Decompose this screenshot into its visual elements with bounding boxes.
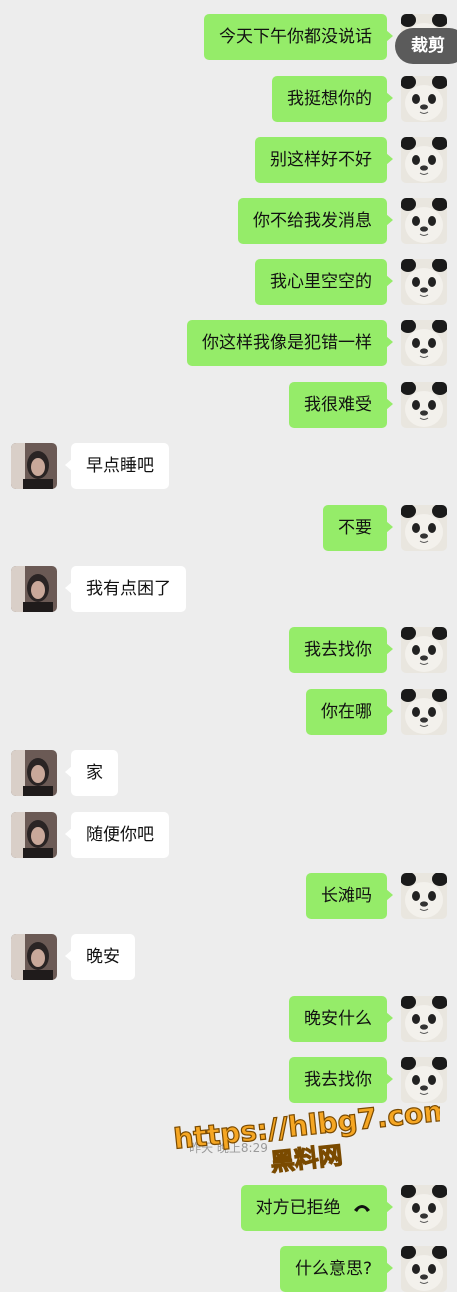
message-row: 我心里空空的	[0, 259, 457, 305]
contact-avatar[interactable]	[11, 934, 57, 980]
message-row: 今天下午你都没说话	[0, 14, 457, 60]
contact-avatar[interactable]	[11, 812, 57, 858]
message-row: 不要	[0, 505, 457, 551]
message-row: 我很难受	[0, 382, 457, 428]
watermark-logo: https://hlbg7.com 黑料网	[171, 1095, 440, 1175]
message-bubble[interactable]: 我去找你	[289, 1057, 393, 1103]
message-bubble[interactable]: 不要	[323, 505, 393, 551]
message-bubble[interactable]: 我有点困了	[65, 566, 186, 612]
message-bubble[interactable]: 随便你吧	[65, 812, 169, 858]
message-bubble[interactable]: 别这样好不好	[255, 137, 393, 183]
panda-avatar[interactable]	[401, 1185, 447, 1231]
contact-avatar[interactable]	[11, 750, 57, 796]
message-bubble[interactable]: 我心里空空的	[255, 259, 393, 305]
call-declined-bubble[interactable]: 对方已拒绝	[240, 1185, 394, 1231]
message-row: 晚安什么	[0, 996, 457, 1042]
panda-avatar[interactable]	[401, 996, 447, 1042]
message-bubble[interactable]: 今天下午你都没说话	[204, 14, 393, 60]
message-bubble[interactable]: 家	[65, 750, 118, 796]
message-bubble[interactable]: 我去找你	[289, 627, 393, 673]
message-bubble[interactable]: 你不给我发消息	[238, 198, 393, 244]
message-bubble[interactable]: 早点睡吧	[65, 443, 169, 489]
panda-avatar[interactable]	[401, 627, 447, 673]
message-bubble[interactable]: 晚安	[65, 934, 135, 980]
panda-avatar[interactable]	[401, 1246, 447, 1292]
message-row: 你在哪	[0, 689, 457, 735]
panda-avatar[interactable]	[401, 873, 447, 919]
message-row: 随便你吧	[0, 812, 457, 858]
panda-avatar[interactable]	[401, 137, 447, 183]
panda-avatar[interactable]	[401, 320, 447, 366]
message-bubble[interactable]: 什么意思?	[279, 1246, 394, 1292]
panda-avatar[interactable]	[401, 689, 447, 735]
message-row: 长滩吗	[0, 873, 457, 919]
message-row: 我去找你	[0, 627, 457, 673]
contact-avatar[interactable]	[11, 566, 57, 612]
contact-avatar[interactable]	[11, 443, 57, 489]
timestamp: 昨天 晚上8:29	[189, 1141, 268, 1155]
message-row: 别这样好不好	[0, 137, 457, 183]
message-bubble[interactable]: 晚安什么	[289, 996, 393, 1042]
panda-avatar[interactable]	[401, 198, 447, 244]
message-row: 我挺想你的	[0, 76, 457, 122]
message-row: 我去找你	[0, 1057, 457, 1103]
panda-avatar[interactable]	[401, 1057, 447, 1103]
panda-avatar[interactable]	[401, 505, 447, 551]
chat-area[interactable]: 今天下午你都没说话 我挺想你的 别这样好不好 你不给我发消息 我心里空空的 你这…	[0, 0, 457, 1292]
message-row: 晚安	[0, 934, 457, 980]
message-row: 你这样我像是犯错一样	[0, 320, 457, 366]
message-bubble[interactable]: 长滩吗	[306, 873, 393, 919]
panda-avatar[interactable]	[401, 382, 447, 428]
panda-avatar[interactable]	[401, 76, 447, 122]
message-row: 早点睡吧	[0, 443, 457, 489]
message-bubble[interactable]: 我很难受	[289, 382, 393, 428]
message-row: 对方已拒绝	[0, 1185, 457, 1231]
crop-button[interactable]: 裁剪	[395, 28, 457, 64]
message-bubble[interactable]: 你这样我像是犯错一样	[187, 320, 393, 366]
message-bubble[interactable]: 我挺想你的	[272, 76, 393, 122]
declined-call-icon	[352, 1185, 372, 1231]
message-row: 什么意思?	[0, 1246, 457, 1292]
panda-avatar[interactable]	[401, 259, 447, 305]
message-row: 家	[0, 750, 457, 796]
message-row: 你不给我发消息	[0, 198, 457, 244]
message-bubble[interactable]: 你在哪	[306, 689, 393, 735]
call-status-text: 对方已拒绝	[255, 1198, 341, 1218]
message-row: 我有点困了	[0, 566, 457, 612]
